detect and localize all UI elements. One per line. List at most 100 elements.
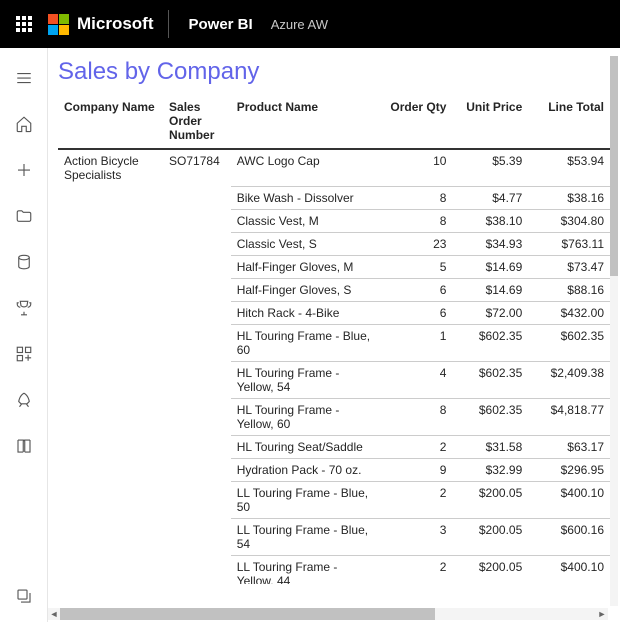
cell-order-number xyxy=(163,301,231,324)
cell-qty: 8 xyxy=(382,186,452,209)
table-row[interactable]: HL Touring Frame - Yellow, 544$602.35$2,… xyxy=(58,361,610,398)
apps-icon[interactable] xyxy=(4,334,44,374)
cell-product: Classic Vest, S xyxy=(231,232,383,255)
report-title: Sales by Company xyxy=(58,58,610,86)
cell-order-number xyxy=(163,324,231,361)
table-row[interactable]: HL Touring Frame - Blue, 601$602.35$602.… xyxy=(58,324,610,361)
table-row[interactable]: Bike Wash - Dissolver8$4.77$38.16 xyxy=(58,186,610,209)
scroll-right-icon[interactable]: ► xyxy=(596,608,608,620)
cell-order-number xyxy=(163,481,231,518)
cell-price: $200.05 xyxy=(452,481,528,518)
cell-qty: 5 xyxy=(382,255,452,278)
cell-price: $38.10 xyxy=(452,209,528,232)
cell-order-number xyxy=(163,518,231,555)
cell-product: LL Touring Frame - Blue, 54 xyxy=(231,518,383,555)
table-visual[interactable]: Company Name Sales Order Number Product … xyxy=(58,96,610,584)
home-icon[interactable] xyxy=(4,104,44,144)
table-row[interactable]: LL Touring Frame - Blue, 502$200.05$400.… xyxy=(58,481,610,518)
browse-icon[interactable] xyxy=(4,196,44,236)
data-hub-icon[interactable] xyxy=(4,242,44,282)
horizontal-scrollbar[interactable]: ◄ ► xyxy=(48,608,608,620)
col-order-qty[interactable]: Order Qty xyxy=(382,96,452,149)
cell-order-number xyxy=(163,209,231,232)
cell-product: Classic Vest, M xyxy=(231,209,383,232)
cell-price: $14.69 xyxy=(452,255,528,278)
cell-company xyxy=(58,361,163,398)
microsoft-label: Microsoft xyxy=(77,14,154,34)
table-row[interactable]: HL Touring Seat/Saddle2$31.58$63.17 xyxy=(58,435,610,458)
scroll-left-icon[interactable]: ◄ xyxy=(48,608,60,620)
cell-total: $296.95 xyxy=(528,458,610,481)
table-header-row: Company Name Sales Order Number Product … xyxy=(58,96,610,149)
cell-total: $73.47 xyxy=(528,255,610,278)
table-row[interactable]: Classic Vest, M8$38.10$304.80 xyxy=(58,209,610,232)
table-row[interactable]: HL Touring Frame - Yellow, 608$602.35$4,… xyxy=(58,398,610,435)
cell-qty: 1 xyxy=(382,324,452,361)
cell-order-number xyxy=(163,398,231,435)
col-unit-price[interactable]: Unit Price xyxy=(452,96,528,149)
cell-qty: 2 xyxy=(382,481,452,518)
cell-product: HL Touring Frame - Yellow, 54 xyxy=(231,361,383,398)
cell-total: $2,409.38 xyxy=(528,361,610,398)
table-row[interactable]: Hitch Rack - 4-Bike6$72.00$432.00 xyxy=(58,301,610,324)
cell-qty: 9 xyxy=(382,458,452,481)
col-sales-order-number[interactable]: Sales Order Number xyxy=(163,96,231,149)
cell-product: Hitch Rack - 4-Bike xyxy=(231,301,383,324)
global-header: Microsoft Power BI Azure AW xyxy=(0,0,620,48)
cell-company xyxy=(58,458,163,481)
cell-qty: 2 xyxy=(382,435,452,458)
vertical-scrollbar[interactable] xyxy=(610,56,618,606)
cell-qty: 10 xyxy=(382,149,452,186)
cell-total: $63.17 xyxy=(528,435,610,458)
cell-company xyxy=(58,518,163,555)
cell-product: LL Touring Frame - Yellow, 44 xyxy=(231,555,383,584)
cell-order-number xyxy=(163,255,231,278)
cell-product: LL Touring Frame - Blue, 50 xyxy=(231,481,383,518)
cell-company xyxy=(58,435,163,458)
cell-company xyxy=(58,481,163,518)
cell-company xyxy=(58,398,163,435)
table-row[interactable]: LL Touring Frame - Blue, 543$200.05$600.… xyxy=(58,518,610,555)
col-line-total[interactable]: Line Total xyxy=(528,96,610,149)
app-launcher-icon[interactable] xyxy=(0,0,48,48)
table-row[interactable]: Hydration Pack - 70 oz.9$32.99$296.95 xyxy=(58,458,610,481)
create-icon[interactable] xyxy=(4,150,44,190)
cell-total: $304.80 xyxy=(528,209,610,232)
cell-product: HL Touring Seat/Saddle xyxy=(231,435,383,458)
cell-price: $14.69 xyxy=(452,278,528,301)
cell-company xyxy=(58,209,163,232)
cell-total: $763.11 xyxy=(528,232,610,255)
table-row[interactable]: Classic Vest, S23$34.93$763.11 xyxy=(58,232,610,255)
cell-product: Bike Wash - Dissolver xyxy=(231,186,383,209)
col-product-name[interactable]: Product Name xyxy=(231,96,383,149)
table-row[interactable]: Action Bicycle SpecialistsSO71784AWC Log… xyxy=(58,149,610,186)
cell-price: $4.77 xyxy=(452,186,528,209)
cell-price: $32.99 xyxy=(452,458,528,481)
cell-order-number xyxy=(163,186,231,209)
cell-price: $602.35 xyxy=(452,324,528,361)
cell-price: $34.93 xyxy=(452,232,528,255)
col-company-name[interactable]: Company Name xyxy=(58,96,163,149)
cell-price: $200.05 xyxy=(452,555,528,584)
cell-qty: 3 xyxy=(382,518,452,555)
cell-qty: 8 xyxy=(382,398,452,435)
metrics-icon[interactable] xyxy=(4,288,44,328)
deployment-icon[interactable] xyxy=(4,380,44,420)
product-name[interactable]: Power BI xyxy=(189,16,253,33)
cell-company xyxy=(58,255,163,278)
table-row[interactable]: LL Touring Frame - Yellow, 442$200.05$40… xyxy=(58,555,610,584)
workspace-name[interactable]: Azure AW xyxy=(271,17,328,32)
cell-company xyxy=(58,324,163,361)
cell-product: Hydration Pack - 70 oz. xyxy=(231,458,383,481)
learn-icon[interactable] xyxy=(4,426,44,466)
cell-total: $53.94 xyxy=(528,149,610,186)
cell-company xyxy=(58,278,163,301)
cell-company xyxy=(58,186,163,209)
cell-total: $4,818.77 xyxy=(528,398,610,435)
workspaces-icon[interactable] xyxy=(4,576,44,616)
cell-price: $602.35 xyxy=(452,398,528,435)
table-row[interactable]: Half-Finger Gloves, S6$14.69$88.16 xyxy=(58,278,610,301)
cell-qty: 4 xyxy=(382,361,452,398)
hamburger-icon[interactable] xyxy=(4,58,44,98)
table-row[interactable]: Half-Finger Gloves, M5$14.69$73.47 xyxy=(58,255,610,278)
